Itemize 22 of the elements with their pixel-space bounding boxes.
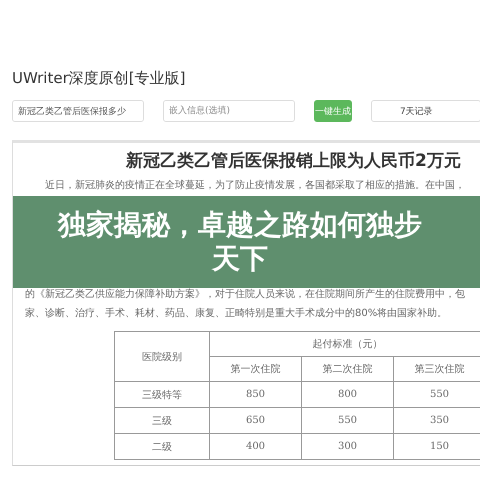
- column-header: 第一次住院: [210, 356, 302, 382]
- table-cell: 550: [302, 408, 394, 434]
- history-button[interactable]: 7天记录: [371, 100, 480, 122]
- row-header: 二级: [114, 434, 210, 460]
- embed-info-field[interactable]: 嵌入信息(选填): [163, 100, 295, 122]
- banner-headline: 独家揭秘，卓越之路如何独步天下: [56, 208, 423, 276]
- column-header: 医院级别: [114, 332, 210, 382]
- column-header: 起付标准（元）: [210, 332, 480, 356]
- paragraph-line: 的《新冠乙类乙供应能力保障补助方案》，对于住院人员来说，在住院期间所产生的住院费用中，包: [25, 288, 466, 302]
- row-header: 三级特等: [114, 382, 210, 408]
- article-title: 新冠乙类乙管后医保报销上限为人民币2万元: [126, 150, 462, 172]
- table-cell: 300: [302, 434, 394, 460]
- paragraph-line: 家、诊断、治疗、手术、耗材、药品、康复、正畸特别是重大手术成分中的80%将由国家补助。: [25, 306, 448, 321]
- row-header: 三级: [114, 408, 210, 434]
- app-title: UWriter深度原创[专业版]: [12, 69, 186, 88]
- paragraph-line: 近日，新冠肺炎的疫情正在全球蔓延，为了防止疫情发展，各国都采取了相应的措施。在中国，: [44, 179, 466, 193]
- table-cell: 400: [210, 434, 302, 460]
- table-cell: 850: [210, 382, 302, 408]
- keyword-field[interactable]: 新冠乙类乙管后医保报多少: [12, 100, 144, 122]
- table-cell: 800: [302, 382, 394, 408]
- column-header: 第二次住院: [302, 356, 394, 382]
- table-cell: 650: [210, 408, 302, 434]
